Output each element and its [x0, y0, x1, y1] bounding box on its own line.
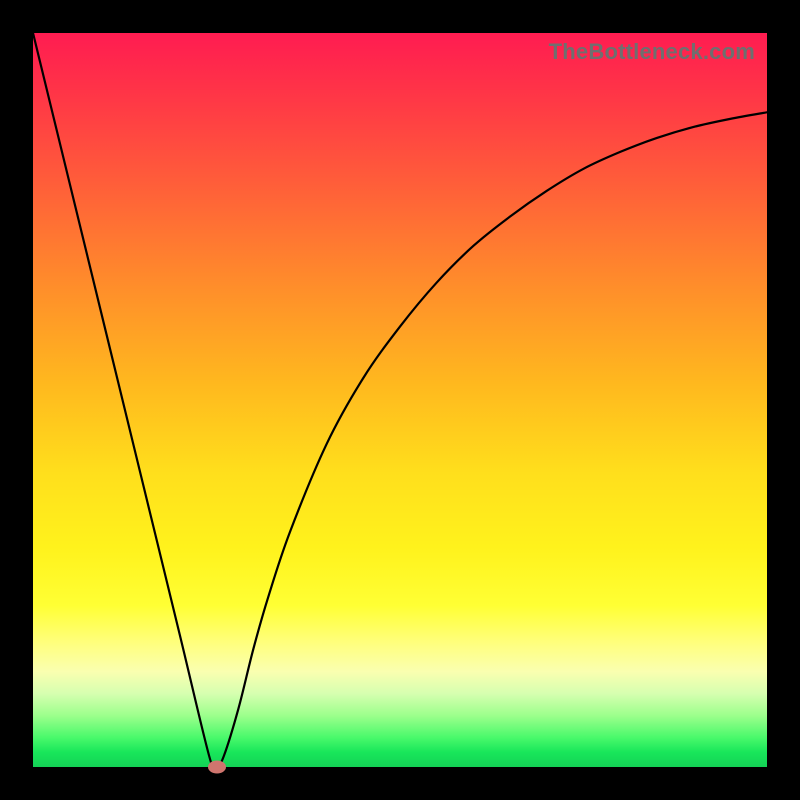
- min-marker: [208, 761, 226, 774]
- attribution-label: TheBottleneck.com: [549, 39, 755, 65]
- plot-area: TheBottleneck.com: [33, 33, 767, 767]
- bottleneck-curve: [33, 33, 767, 767]
- chart-frame: TheBottleneck.com: [0, 0, 800, 800]
